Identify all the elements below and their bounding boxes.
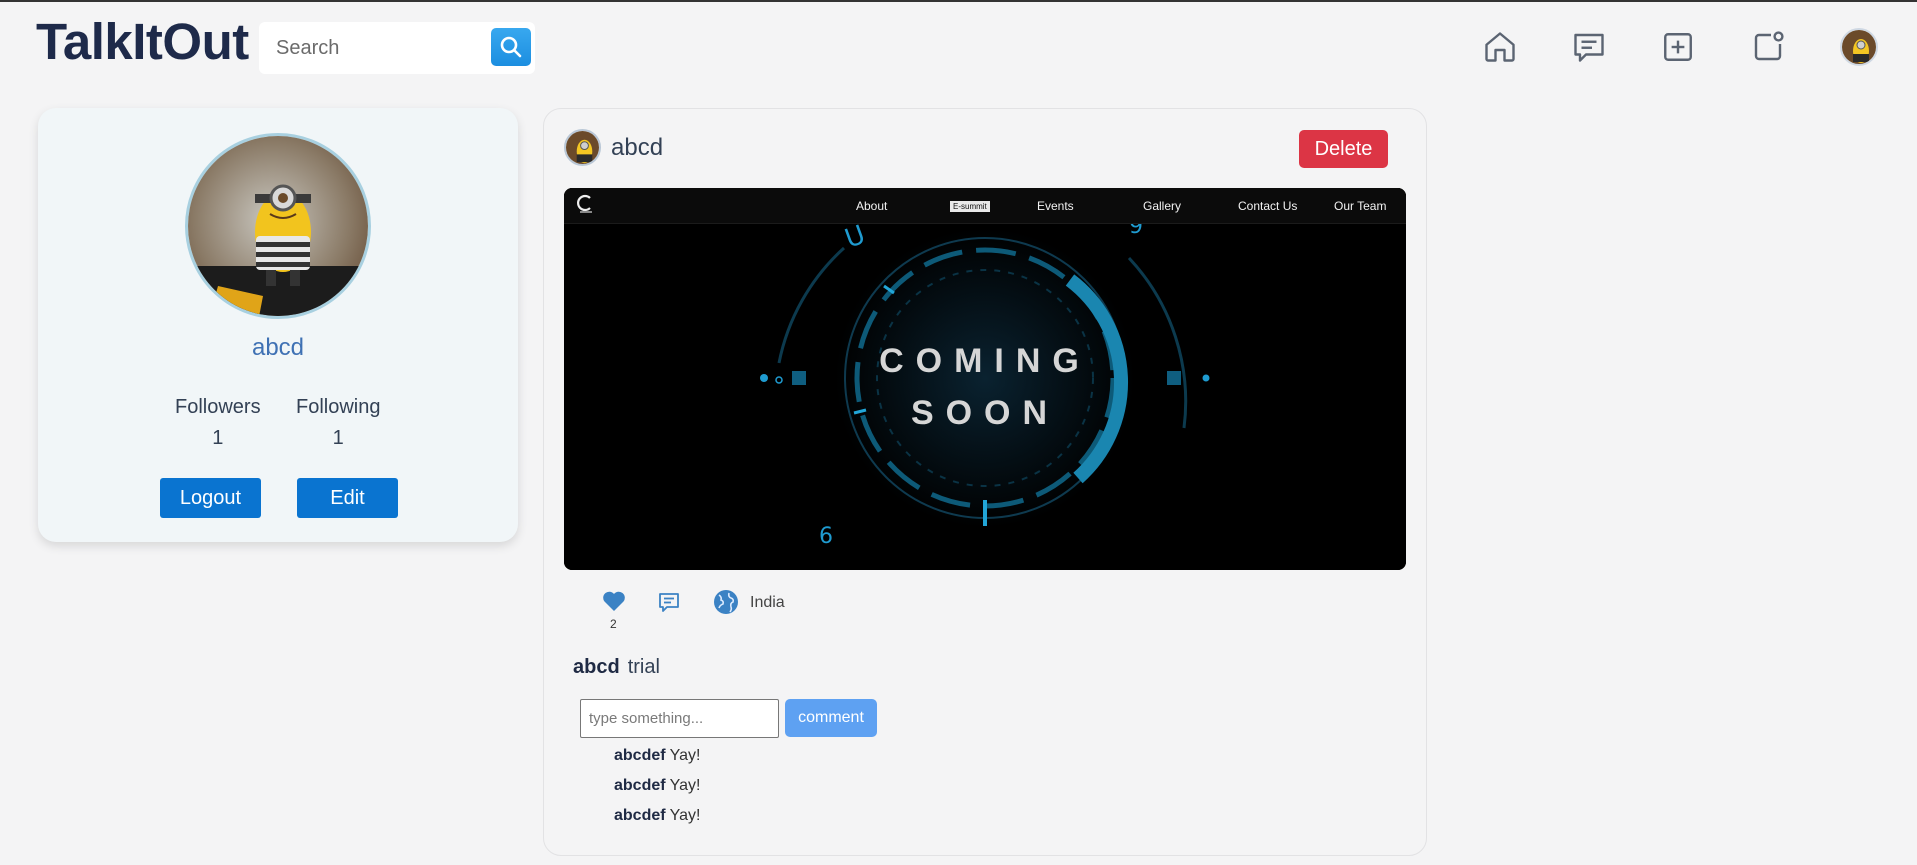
delete-post-button[interactable]: Delete <box>1299 130 1388 168</box>
edit-profile-button[interactable]: Edit <box>297 478 398 518</box>
profile-avatar[interactable] <box>1840 28 1878 66</box>
post-card: abcd Delete U 9 6 About E-summit Events … <box>543 108 1427 856</box>
comment-text: Yay! <box>669 777 701 794</box>
comment-icon <box>659 593 679 612</box>
heart-icon <box>603 591 625 611</box>
comment-username[interactable]: abcdef <box>614 807 666 824</box>
logout-button[interactable]: Logout <box>160 478 261 518</box>
add-post-icon[interactable] <box>1658 27 1698 67</box>
post-location: India <box>750 594 785 611</box>
website-nav: About E-summit Events Gallery Contact Us… <box>564 188 1406 224</box>
location-button[interactable] <box>713 589 739 620</box>
website-logo-icon <box>577 194 592 213</box>
comment-input[interactable] <box>580 699 779 738</box>
comment-text: Yay! <box>669 807 701 824</box>
following-stat[interactable]: Following 1 <box>296 396 380 450</box>
app-brand[interactable]: TalkItOut <box>36 12 249 71</box>
website-nav-contact: Contact Us <box>1238 199 1298 213</box>
messages-icon[interactable] <box>1569 27 1609 67</box>
comment-username[interactable]: abcdef <box>614 777 666 794</box>
coming-soon-line1: COMING <box>879 342 1091 380</box>
post-author-avatar[interactable] <box>564 129 601 166</box>
website-nav-events: Events <box>1037 199 1074 213</box>
following-count: 1 <box>332 427 344 449</box>
search-box <box>259 22 535 74</box>
website-nav-team: Our Team <box>1334 199 1387 213</box>
profile-card: abcd Followers 1 Following 1 Logout Edit <box>38 108 518 542</box>
comment-item: abcdef Yay! <box>614 807 700 825</box>
svg-text:6: 6 <box>819 524 833 549</box>
search-icon <box>500 36 522 58</box>
caption-text: trial <box>627 656 660 678</box>
search-input[interactable] <box>259 36 479 60</box>
website-nav-about: About <box>856 199 888 213</box>
followers-label: Followers <box>175 396 261 418</box>
search-button[interactable] <box>491 28 531 66</box>
like-count: 2 <box>610 617 617 631</box>
comment-item: abcdef Yay! <box>614 777 700 795</box>
comment-text: Yay! <box>669 747 701 764</box>
followers-count: 1 <box>212 427 224 449</box>
globe-icon <box>714 590 738 614</box>
post-caption: abcd trial <box>573 656 660 679</box>
comments-button[interactable] <box>657 590 681 619</box>
following-label: Following <box>296 396 381 418</box>
like-button[interactable] <box>602 590 626 617</box>
post-author-name[interactable]: abcd <box>611 134 663 162</box>
comment-item: abcdef Yay! <box>614 747 700 765</box>
coming-soon-line2: SOON <box>910 394 1060 432</box>
website-nav-esummit: E-summit <box>950 201 990 212</box>
home-icon[interactable] <box>1480 27 1520 67</box>
notifications-icon[interactable] <box>1748 27 1788 67</box>
profile-username[interactable]: abcd <box>38 334 518 362</box>
profile-picture <box>185 133 371 319</box>
post-image: U 9 6 About E-summit Events Gallery Cont… <box>564 188 1406 570</box>
comment-username[interactable]: abcdef <box>614 747 666 764</box>
followers-stat[interactable]: Followers 1 <box>175 396 261 450</box>
website-nav-gallery: Gallery <box>1143 199 1182 213</box>
comment-submit-button[interactable]: comment <box>785 699 877 737</box>
caption-username[interactable]: abcd <box>573 656 620 678</box>
